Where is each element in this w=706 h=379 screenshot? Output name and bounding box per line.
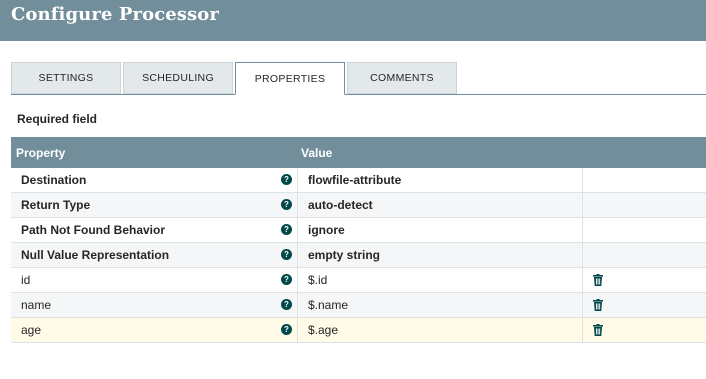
property-name: Destination <box>21 173 87 187</box>
question-circle-icon[interactable]: ? <box>281 224 292 235</box>
column-divider <box>297 318 298 342</box>
column-divider <box>297 168 298 192</box>
property-value[interactable]: empty string <box>308 248 380 262</box>
tab-settings[interactable]: SETTINGS <box>11 62 121 94</box>
table-row[interactable]: name? $.name <box>11 293 706 318</box>
table-row[interactable]: Null Value Representation? empty string <box>11 243 706 268</box>
property-value[interactable]: flowfile-attribute <box>308 173 401 187</box>
tab-comments[interactable]: COMMENTS <box>347 62 457 94</box>
question-circle-icon[interactable]: ? <box>281 274 292 285</box>
header-property: Property <box>16 146 66 160</box>
properties-table-body: Destination? flowfile-attribute Return Typ… <box>11 168 706 343</box>
property-value[interactable]: $.id <box>308 273 327 287</box>
property-value[interactable]: ignore <box>308 223 345 237</box>
dialog-title-bar: Configure Processor <box>0 0 706 41</box>
question-circle-icon[interactable]: ? <box>281 299 292 310</box>
column-divider <box>582 293 583 317</box>
table-row[interactable]: Path Not Found Behavior? ignore <box>11 218 706 243</box>
properties-table-header: Property Value <box>11 137 706 168</box>
question-circle-icon[interactable]: ? <box>281 174 292 185</box>
column-divider <box>297 193 298 217</box>
property-name: Path Not Found Behavior <box>21 223 165 237</box>
property-value[interactable]: auto-detect <box>308 198 373 212</box>
property-name: name <box>21 298 52 312</box>
property-value[interactable]: $.name <box>308 298 348 312</box>
column-divider <box>582 318 583 342</box>
trash-icon[interactable] <box>593 324 603 336</box>
tab-divider <box>11 94 706 95</box>
table-row[interactable]: Destination? flowfile-attribute <box>11 168 706 193</box>
column-divider <box>297 218 298 242</box>
question-circle-icon[interactable]: ? <box>281 249 292 260</box>
table-row[interactable]: Return Type? auto-detect <box>11 193 706 218</box>
tab-properties[interactable]: PROPERTIES <box>235 62 345 95</box>
trash-icon[interactable] <box>593 274 603 286</box>
question-circle-icon[interactable]: ? <box>281 199 292 210</box>
column-divider <box>582 243 583 267</box>
column-divider <box>582 193 583 217</box>
column-divider <box>297 268 298 292</box>
property-name: Return Type <box>21 198 91 212</box>
column-divider <box>582 268 583 292</box>
column-divider <box>297 293 298 317</box>
tab-scheduling[interactable]: SCHEDULING <box>123 62 233 94</box>
column-divider <box>582 218 583 242</box>
dialog-title: Configure Processor <box>11 4 219 25</box>
property-name: id <box>21 273 31 287</box>
header-value: Value <box>301 146 333 160</box>
required-field-label: Required field <box>17 112 98 126</box>
table-row[interactable]: age? $.age <box>11 318 706 343</box>
property-value[interactable]: $.age <box>308 323 338 337</box>
trash-icon[interactable] <box>593 299 603 311</box>
property-name: age <box>21 323 42 337</box>
column-divider <box>297 243 298 267</box>
table-row[interactable]: id? $.id <box>11 268 706 293</box>
property-name: Null Value Representation <box>21 248 170 262</box>
column-divider <box>582 168 583 192</box>
question-circle-icon[interactable]: ? <box>281 324 292 335</box>
